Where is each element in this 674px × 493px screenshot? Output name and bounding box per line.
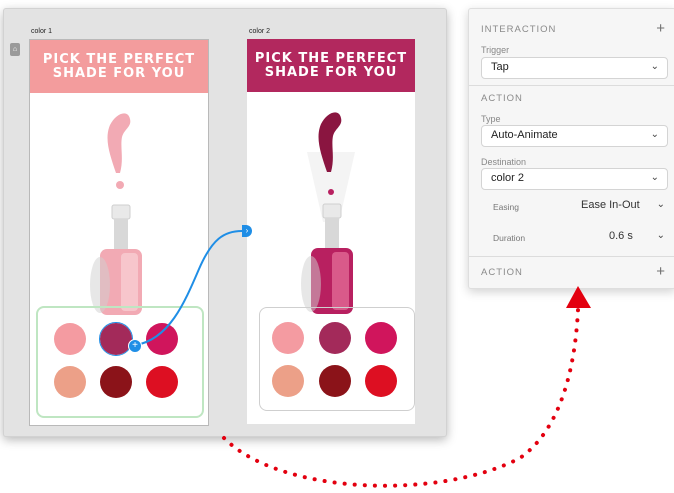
annotation-arrow xyxy=(222,286,591,488)
